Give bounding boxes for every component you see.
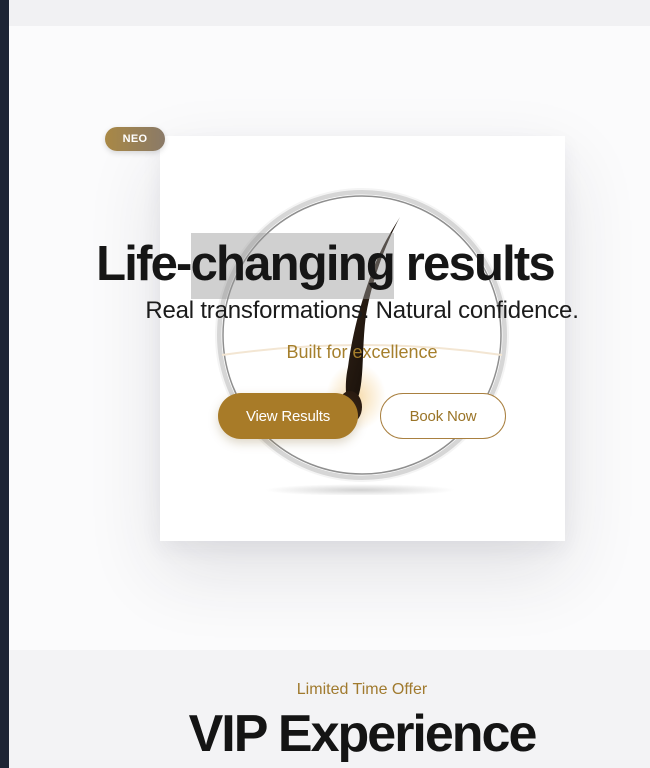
ring-shadow [265,484,455,495]
hair-follicle-illustration [215,188,509,495]
headline-part-2: results [393,237,556,291]
left-window-edge [0,0,9,768]
view-results-button[interactable]: View Results [218,393,358,439]
hero-headline: Life-changing results [0,233,650,299]
book-now-button[interactable]: Book Now [380,393,506,439]
headline-part-1: Life- [96,237,192,291]
top-section-strip [9,0,650,26]
neo-badge: NEO [105,127,165,151]
headline-highlighted-word: changing [190,233,396,299]
offer-title: VIP Experience [188,705,538,763]
hero-tagline: Built for excellence [286,342,438,362]
offer-kicker: Limited Time Offer [296,681,428,698]
hero-subheadline: Real transformations. Natural confidence… [145,297,579,324]
